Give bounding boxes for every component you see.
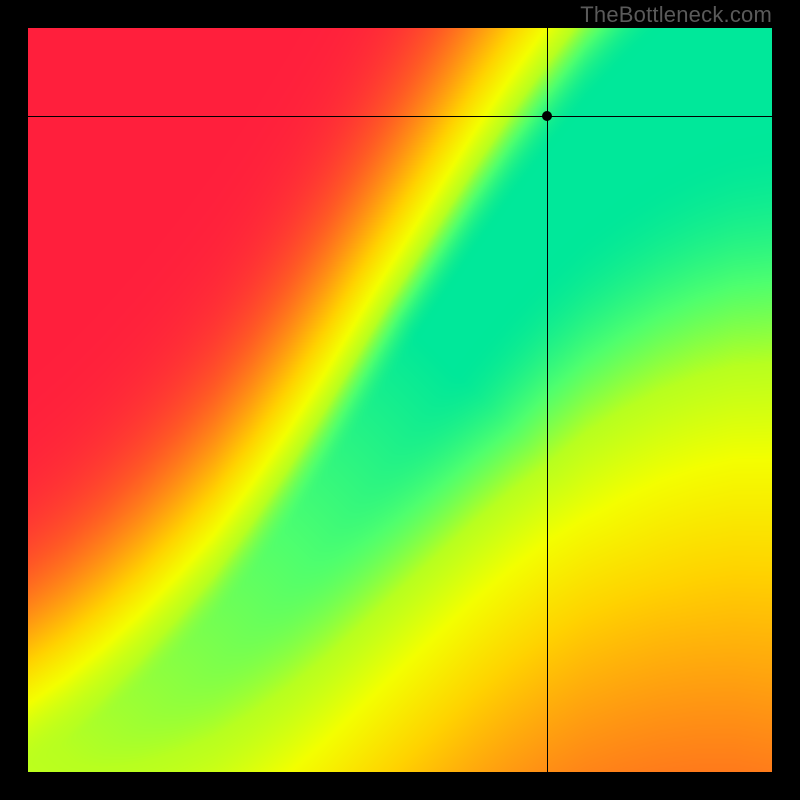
watermark-text: TheBottleneck.com	[580, 2, 772, 28]
heatmap-canvas	[28, 28, 772, 772]
chart-frame: TheBottleneck.com	[0, 0, 800, 800]
plot-area	[28, 28, 772, 772]
